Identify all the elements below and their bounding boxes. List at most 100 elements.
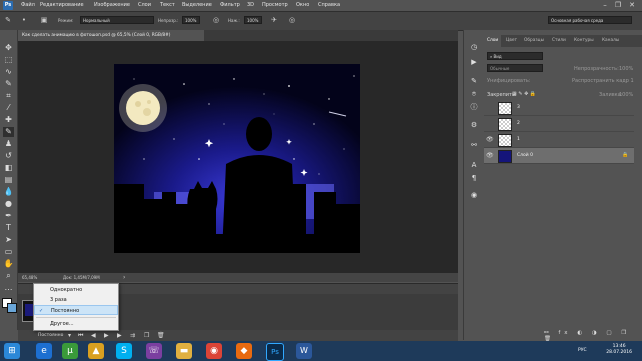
loop-select[interactable]: Постоянно (38, 333, 63, 338)
clock[interactable]: 13:46 28.07.2016 (606, 344, 632, 356)
utorrent-icon[interactable]: µ (62, 343, 78, 359)
start-button[interactable]: ⊞ (4, 343, 20, 359)
layer-row[interactable]: 2 (484, 116, 634, 132)
menu-edit[interactable]: Редактирование (40, 2, 84, 8)
paragraph-icon[interactable]: ¶ (469, 173, 479, 183)
adjustments-icon[interactable]: ⚙ (469, 120, 479, 130)
app-icon-2[interactable]: ◆ (236, 343, 252, 359)
loop-option-once[interactable]: Однократно (34, 285, 118, 295)
document-tab[interactable]: Как сделать анимацию в фотошоп.psd @ 65,… (18, 30, 204, 41)
layer-filter-select[interactable]: ⌕ Вид (487, 52, 543, 60)
language-indicator[interactable]: РУС (578, 348, 587, 353)
hand-tool-icon[interactable]: ✋ (3, 259, 14, 269)
eyedropper-icon[interactable]: ⁄ (3, 103, 14, 113)
next-frame-icon[interactable]: ▶ (117, 332, 122, 339)
menu-3d[interactable]: 3D (247, 2, 254, 8)
lasso-tool-icon[interactable]: ∿ (3, 67, 14, 77)
propagate-label[interactable]: Распространить кадр 1 (572, 78, 634, 84)
mode-select[interactable]: Нормальный (80, 16, 154, 24)
tab-channels[interactable]: Каналы (602, 35, 619, 47)
more-tools-icon[interactable]: … (3, 283, 14, 293)
opacity-field[interactable]: 100% (182, 16, 200, 24)
menu-layers[interactable]: Слои (138, 2, 151, 8)
chrome-icon[interactable]: ◉ (206, 343, 222, 359)
menu-filter[interactable]: Фильтр (220, 2, 240, 8)
tab-layers[interactable]: Слои (484, 35, 502, 47)
menu-text[interactable]: Текст (160, 2, 175, 8)
gradient-tool-icon[interactable]: ▤ (3, 175, 14, 185)
character-icon[interactable]: A (469, 160, 479, 170)
folder-icon[interactable]: ▬ (176, 343, 192, 359)
3d-icon[interactable]: ◉ (469, 190, 479, 200)
dodge-tool-icon[interactable]: ● (3, 199, 14, 209)
stamp-tool-icon[interactable]: ♟ (3, 139, 14, 149)
ie-icon[interactable]: e (36, 343, 52, 359)
shape-tool-icon[interactable]: ▭ (3, 247, 14, 257)
loop-option-forever[interactable]: ✓ Постоянно (34, 305, 118, 315)
loop-option-3-times[interactable]: 3 раза (34, 295, 118, 305)
healing-brush-icon[interactable]: ✚ (3, 115, 14, 125)
layer-row-selected[interactable]: 👁 Слой 0 🔒 (484, 148, 634, 164)
blur-tool-icon[interactable]: 💧 (3, 187, 14, 197)
loop-option-other[interactable]: Другое... (34, 319, 118, 329)
pressure-opacity-icon[interactable]: ◎ (212, 16, 220, 24)
brush-panel-icon[interactable]: ▣ (40, 16, 48, 24)
close-button[interactable]: ✕ (627, 1, 637, 10)
photoshop-taskbar-icon[interactable]: Ps (266, 343, 284, 361)
paths-icon[interactable]: ⚯ (469, 140, 479, 150)
layer-row[interactable]: 👁 1 (484, 132, 634, 148)
tab-swatches[interactable]: Образцы (524, 35, 544, 47)
duplicate-frame-icon[interactable]: ❐ (144, 332, 149, 339)
delete-frame-icon[interactable]: 🗑 (157, 332, 165, 339)
brush-tool-icon[interactable]: ✎ (3, 127, 14, 137)
tab-color[interactable]: Цвет (506, 35, 517, 47)
canvas-workspace[interactable] (18, 41, 458, 273)
info-icon[interactable]: ⓘ (469, 102, 479, 112)
skype-icon[interactable]: S (116, 343, 132, 359)
history-brush-icon[interactable]: ↺ (3, 151, 14, 161)
document-canvas[interactable] (114, 64, 360, 253)
eye-icon[interactable]: 👁 (486, 152, 494, 159)
menu-help[interactable]: Справка (318, 2, 340, 8)
viber-icon[interactable]: ☏ (146, 343, 162, 359)
brush-presets-icon[interactable]: ✎ (469, 76, 479, 86)
tab-styles[interactable]: Стили (552, 35, 566, 47)
word-icon[interactable]: W (296, 343, 312, 359)
menu-select[interactable]: Выделение (182, 2, 212, 8)
blend-mode-select[interactable]: Обычные (487, 64, 543, 72)
brush-tool-icon[interactable]: ✎ (4, 16, 12, 24)
menu-window[interactable]: Окно (296, 2, 309, 8)
menu-view[interactable]: Просмотр (262, 2, 288, 8)
zoom-level[interactable]: 65,48% (22, 273, 37, 282)
history-icon[interactable]: ◷ (469, 42, 479, 52)
eye-icon[interactable]: 👁 (486, 136, 494, 143)
quick-select-icon[interactable]: ✎ (3, 79, 14, 89)
fill-value[interactable]: 100% (619, 92, 633, 98)
tab-paths[interactable]: Контуры (574, 35, 594, 47)
play-icon[interactable]: ▶ (104, 332, 109, 339)
lock-icons[interactable]: ▦ ✎ ✥ 🔒 (512, 91, 536, 97)
maximize-button[interactable]: ❐ (613, 1, 623, 10)
layer-opacity-value[interactable]: 100% (619, 66, 633, 72)
marquee-tool-icon[interactable]: ⬚ (3, 55, 14, 65)
airbrush-icon[interactable]: ✈ (270, 16, 278, 24)
background-color-swatch[interactable] (7, 303, 17, 313)
zoom-tool-icon[interactable]: ⌕ (3, 271, 14, 281)
loop-dropdown-icon[interactable]: ▾ (68, 332, 71, 339)
app-icon[interactable]: ▲ (88, 343, 104, 359)
crop-tool-icon[interactable]: ⌗ (3, 91, 14, 101)
tablet-size-icon[interactable]: ◎ (288, 16, 296, 24)
pen-tool-icon[interactable]: ✒ (3, 211, 14, 221)
first-frame-icon[interactable]: ⏮ (78, 332, 83, 340)
status-arrow-icon[interactable]: › (123, 273, 125, 282)
move-tool-icon[interactable]: ✥ (3, 43, 14, 53)
layer-row[interactable]: 3 (484, 100, 634, 116)
brush-preset-icon[interactable]: • (20, 16, 28, 24)
minimize-button[interactable]: – (600, 1, 610, 10)
clone-source-icon[interactable]: ⌾ (469, 89, 479, 99)
prev-frame-icon[interactable]: ◀ (91, 332, 96, 339)
actions-icon[interactable]: ▶ (469, 57, 479, 67)
tween-icon[interactable]: ⇉ (130, 332, 135, 339)
pressure-field[interactable]: 100% (244, 16, 262, 24)
eraser-tool-icon[interactable]: ◧ (3, 163, 14, 173)
